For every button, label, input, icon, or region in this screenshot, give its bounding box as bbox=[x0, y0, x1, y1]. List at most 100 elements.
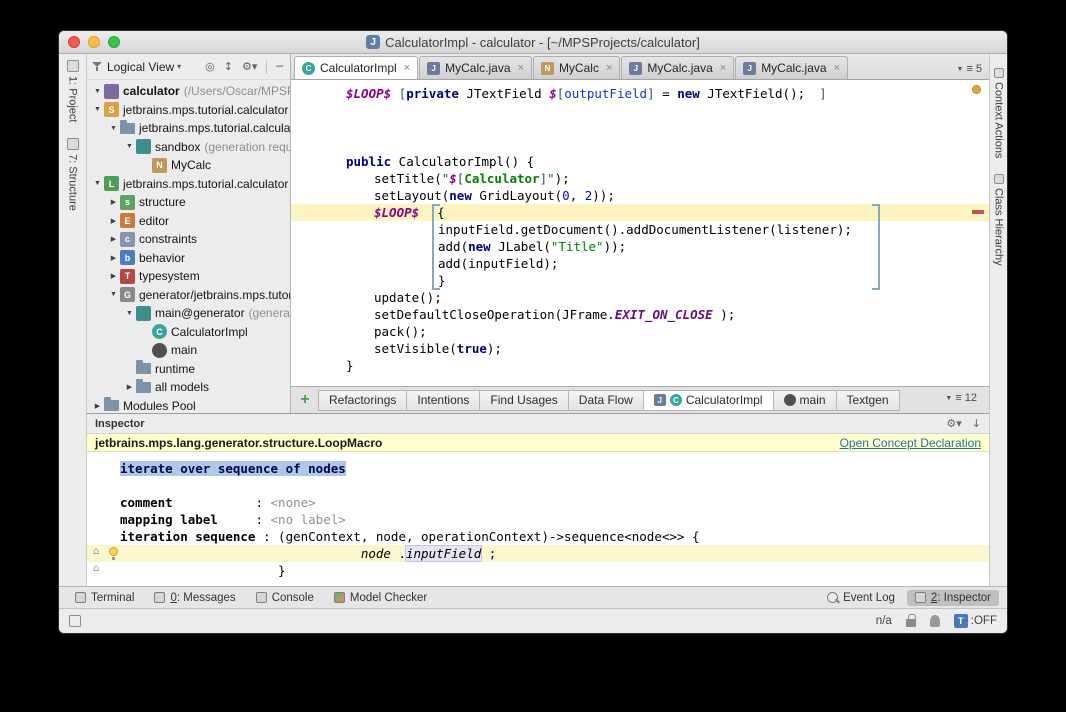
tree-item[interactable]: ▼ Ljetbrains.mps.tutorial.calculator bbox=[87, 175, 290, 194]
hide-panel-icon[interactable]: ─ bbox=[274, 60, 285, 73]
tree-item[interactable]: ▼Ggenerator/jetbrains.mps.tutorial.calcu… bbox=[87, 286, 290, 305]
open-concept-declaration-link[interactable]: Open Concept Declaration bbox=[840, 436, 981, 450]
tree-item[interactable]: C CalculatorImpl bbox=[87, 323, 290, 342]
editor-tab[interactable]: J MyCalc.java × bbox=[621, 56, 735, 79]
code-line[interactable]: node .inputField ; bbox=[87, 545, 989, 562]
locate-icon[interactable]: ◎ bbox=[203, 60, 217, 73]
code-line[interactable]: pack(); bbox=[291, 323, 989, 340]
bottom-tab[interactable]: main bbox=[773, 389, 837, 411]
tree-item[interactable]: ▼ sandbox(generation required) bbox=[87, 138, 290, 157]
code-line[interactable] bbox=[291, 119, 989, 136]
code-line[interactable]: mapping label : <no label> bbox=[87, 511, 989, 528]
tree-expand-arrow[interactable]: ▶ bbox=[107, 198, 120, 206]
code-line[interactable] bbox=[291, 136, 989, 153]
analysis-status-indicator[interactable] bbox=[972, 85, 981, 94]
editor-tab[interactable]: J MyCalc.java × bbox=[735, 56, 848, 79]
zoom-window-button[interactable] bbox=[108, 36, 120, 48]
tree-item[interactable]: ▼ main@generator(generation required) bbox=[87, 304, 290, 323]
tab-close-icon[interactable]: × bbox=[834, 62, 840, 74]
toolwindow-button[interactable]: Event Log bbox=[819, 590, 903, 606]
lock-icon[interactable] bbox=[905, 614, 916, 627]
editor-tab[interactable]: J MyCalc.java × bbox=[419, 56, 532, 79]
tree-item[interactable]: N MyCalc bbox=[87, 156, 290, 175]
code-line[interactable] bbox=[87, 477, 989, 494]
code-line[interactable]: setDefaultCloseOperation(JFrame.EXIT_ON_… bbox=[291, 306, 989, 323]
error-stripe-mark[interactable] bbox=[972, 210, 984, 214]
tree-item[interactable]: ▶ c constraints bbox=[87, 230, 290, 249]
tree-expand-arrow[interactable]: ▶ bbox=[107, 235, 120, 243]
tree-expand-arrow[interactable]: ▶ bbox=[123, 383, 136, 391]
editor-tab[interactable]: C CalculatorImpl × bbox=[294, 56, 419, 79]
tree-expand-arrow[interactable]: ▼ bbox=[107, 291, 120, 298]
code-line[interactable]: inputField.getDocument().addDocumentList… bbox=[291, 221, 989, 238]
bottom-tab[interactable]: Data Flow bbox=[568, 389, 644, 411]
code-line[interactable]: $LOOP${ bbox=[291, 204, 989, 221]
toolwindow-button[interactable]: 2: Inspector bbox=[906, 589, 999, 606]
code-line[interactable] bbox=[291, 102, 989, 119]
tree-expand-arrow[interactable]: ▶ bbox=[107, 217, 120, 225]
stripe-button[interactable]: 7: Structure bbox=[66, 138, 79, 211]
tree-expand-arrow[interactable]: ▶ bbox=[107, 254, 120, 262]
toolwindow-button[interactable]: Console bbox=[248, 590, 322, 606]
add-aspect-button[interactable]: + bbox=[296, 391, 314, 409]
code-line[interactable]: setLayout(new GridLayout(0, 2)); bbox=[291, 187, 989, 204]
code-line[interactable]: setTitle("$[Calculator]"); bbox=[291, 170, 989, 187]
bottom-tab[interactable]: Intentions bbox=[407, 389, 481, 411]
tab-close-icon[interactable]: × bbox=[404, 62, 410, 74]
toolwindow-button[interactable]: Model Checker bbox=[326, 590, 435, 606]
tab-close-icon[interactable]: × bbox=[720, 62, 726, 74]
code-line[interactable]: iteration sequence : (genContext, node, … bbox=[87, 528, 989, 545]
bottom-tab[interactable]: J C CalculatorImpl bbox=[643, 389, 774, 411]
toolwindow-button[interactable]: Terminal bbox=[67, 590, 142, 606]
dock-panel-icon[interactable]: ↓ bbox=[972, 417, 981, 430]
tree-item[interactable]: ▼ jetbrains.mps.tutorial.calculator bbox=[87, 119, 290, 138]
tree-expand-arrow[interactable]: ▼ bbox=[123, 310, 136, 317]
minimize-window-button[interactable] bbox=[88, 36, 100, 48]
code-line[interactable]: add(inputField); bbox=[291, 255, 989, 272]
intention-lightbulb-icon[interactable] bbox=[109, 547, 118, 560]
code-line[interactable]: add(new JLabel("Title")); bbox=[291, 238, 989, 255]
gear-icon[interactable]: ⚙▾ bbox=[946, 417, 961, 430]
tree-item[interactable]: runtime bbox=[87, 360, 290, 379]
tree-item[interactable]: ▼ Sjetbrains.mps.tutorial.calculator bbox=[87, 101, 290, 120]
editor-tab[interactable]: N MyCalc × bbox=[532, 56, 621, 79]
code-line[interactable]: } bbox=[291, 272, 989, 289]
tree-item[interactable]: main bbox=[87, 341, 290, 360]
stripe-button[interactable]: Context Actions bbox=[993, 68, 1005, 158]
tree-expand-arrow[interactable]: ▶ bbox=[91, 402, 104, 410]
tree-item[interactable]: ▶ all models bbox=[87, 378, 290, 397]
tree-item[interactable]: ▼ calculator(/Users/Oscar/MPSProjects/cal… bbox=[87, 82, 290, 101]
stripe-button[interactable]: Class Hierarchy bbox=[993, 174, 1005, 266]
bottom-tabs-overflow[interactable]: ▼ ≡ 12 bbox=[945, 392, 984, 408]
expand-collapse-icon[interactable]: ↕ bbox=[222, 60, 235, 73]
tree-item[interactable]: ▶ Eeditor bbox=[87, 212, 290, 231]
code-line[interactable]: $LOOP$ [private JTextField $[outputField… bbox=[291, 85, 989, 102]
view-filter-icon[interactable] bbox=[92, 61, 102, 72]
code-line[interactable]: } bbox=[87, 562, 989, 579]
code-line[interactable]: update(); bbox=[291, 289, 989, 306]
code-line[interactable]: public CalculatorImpl() { bbox=[291, 153, 989, 170]
gear-icon[interactable]: ⚙▾ bbox=[240, 60, 259, 73]
bottom-tab[interactable]: Textgen bbox=[836, 389, 900, 411]
close-window-button[interactable] bbox=[68, 36, 80, 48]
code-line[interactable]: setVisible(true); bbox=[291, 340, 989, 357]
view-selector-dropdown[interactable]: Logical View ▾ bbox=[107, 60, 181, 74]
tree-item[interactable]: ▶ Ttypesystem bbox=[87, 267, 290, 286]
editor-code-area[interactable]: $LOOP$ [private JTextField $[outputField… bbox=[291, 80, 989, 386]
stripe-button[interactable]: 1: Project bbox=[66, 60, 79, 122]
inspector-content[interactable]: iterate over sequence of nodes comment :… bbox=[87, 452, 989, 586]
tree-expand-arrow[interactable]: ▼ bbox=[123, 143, 136, 150]
bottom-tab[interactable]: Find Usages bbox=[480, 389, 569, 411]
tree-expand-arrow[interactable]: ▼ bbox=[91, 180, 104, 187]
tree-expand-arrow[interactable]: ▼ bbox=[91, 88, 104, 95]
tree-expand-arrow[interactable]: ▶ bbox=[107, 272, 120, 280]
bottom-tab[interactable]: Refactorings bbox=[318, 389, 408, 411]
tree-expand-arrow[interactable]: ▼ bbox=[91, 106, 104, 113]
highlighting-level-icon[interactable] bbox=[929, 615, 940, 627]
code-line[interactable]: iterate over sequence of nodes bbox=[87, 460, 989, 477]
code-line[interactable]: } bbox=[291, 357, 989, 374]
typesystem-toggle[interactable]: T :OFF bbox=[953, 614, 997, 628]
tree-item[interactable]: ▶ b behavior bbox=[87, 249, 290, 268]
toolwindow-quick-access-icon[interactable] bbox=[69, 615, 81, 627]
code-line[interactable]: comment : <none> bbox=[87, 494, 989, 511]
